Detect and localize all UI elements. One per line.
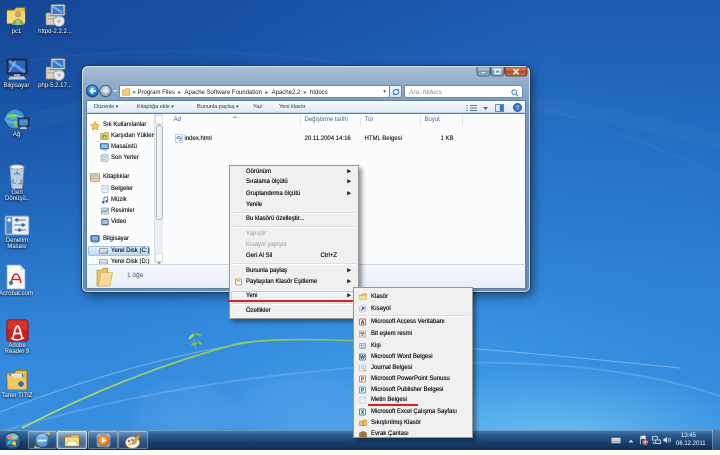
svg-text:?: ? [516, 105, 520, 112]
svg-text:W: W [360, 354, 365, 360]
svg-text:A: A [360, 320, 364, 326]
